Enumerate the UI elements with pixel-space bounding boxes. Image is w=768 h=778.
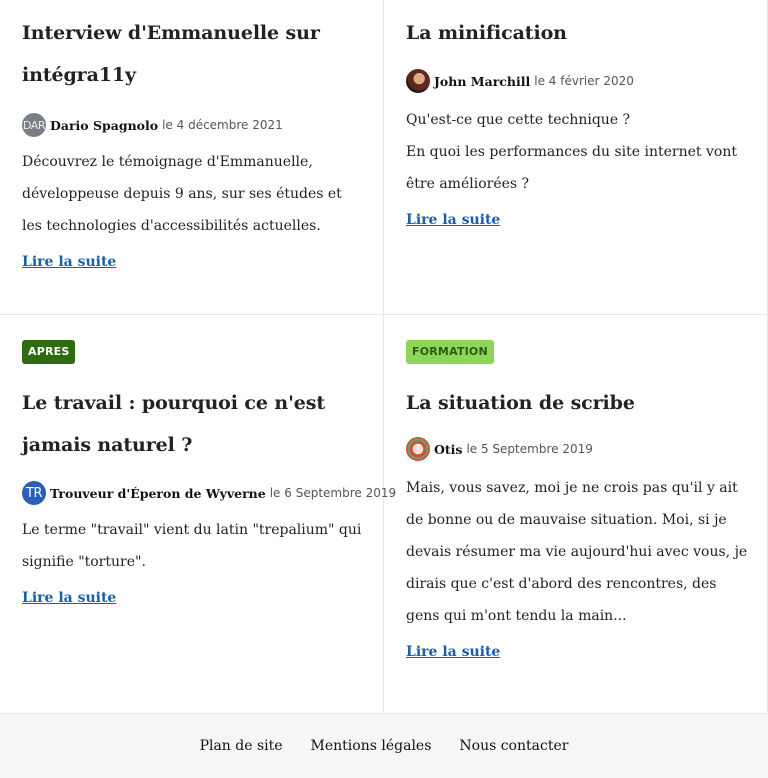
articles-grid: Interview d'Emmanuelle sur intégra11y DA… — [0, 0, 768, 713]
article-card: Interview d'Emmanuelle sur intégra11y DA… — [0, 0, 384, 315]
read-more-link[interactable]: Lire la suite — [406, 642, 500, 662]
article-meta: John Marchill le 4 février 2020 — [406, 68, 749, 94]
article-meta: DAR Dario Spagnolo le 4 décembre 2021 — [22, 112, 365, 138]
excerpt-line: Qu'est-ce que cette technique ? — [406, 112, 631, 128]
article-meta: TR Trouveur d'Éperon de Wyverne le 6 Sep… — [22, 480, 396, 506]
author-avatar: DAR — [22, 113, 46, 137]
article-card: APRES Le travail : pourquoi ce n'est jam… — [0, 315, 396, 713]
article-excerpt: Le terme "travail" vient du latin "trepa… — [22, 522, 362, 570]
author-name: Otis — [434, 441, 463, 457]
article-title[interactable]: La minification — [406, 12, 749, 54]
publish-date: le 6 Septembre 2019 — [269, 486, 397, 500]
avatar-initials: DAR — [23, 118, 45, 132]
author-avatar: TR — [22, 481, 46, 505]
author-avatar — [406, 437, 430, 461]
category-badge[interactable]: APRES — [22, 340, 76, 364]
article-excerpt: Qu'est-ce que cette technique ? En quoi … — [406, 104, 749, 200]
footer-link-sitemap[interactable]: Plan de site — [200, 738, 283, 754]
article-meta: Otis le 5 Septembre 2019 — [406, 436, 749, 462]
read-more-link[interactable]: Lire la suite — [22, 588, 116, 608]
article-title[interactable]: Interview d'Emmanuelle sur intégra11y — [22, 12, 365, 96]
avatar-initials: TR — [26, 485, 42, 501]
author-avatar — [406, 69, 430, 93]
author-name: Dario Spagnolo — [50, 117, 159, 133]
read-more-link[interactable]: Lire la suite — [406, 210, 500, 230]
article-card: FORMATION La situation de scribe Otis le… — [384, 315, 768, 713]
footer-link-legal[interactable]: Mentions légales — [311, 738, 432, 754]
article-title[interactable]: Le travail : pourquoi ce n'est jamais na… — [22, 382, 365, 466]
article-card: La minification John Marchill le 4 févri… — [384, 0, 768, 315]
publish-date: le 4 décembre 2021 — [162, 118, 283, 132]
article-excerpt: Découvrez le témoignage d'Emmanuelle, dé… — [22, 154, 342, 234]
author-name: John Marchill — [434, 73, 531, 89]
category-badge[interactable]: FORMATION — [406, 340, 494, 364]
footer-link-contact[interactable]: Nous contacter — [459, 738, 568, 754]
excerpt-line: En quoi les performances du site interne… — [406, 144, 737, 192]
publish-date: le 5 Septembre 2019 — [466, 442, 593, 456]
site-footer: Plan de site Mentions légales Nous conta… — [0, 713, 768, 778]
article-title[interactable]: La situation de scribe — [406, 382, 749, 424]
publish-date: le 4 février 2020 — [534, 74, 634, 88]
author-name: Trouveur d'Éperon de Wyverne — [50, 485, 266, 501]
read-more-link[interactable]: Lire la suite — [22, 252, 116, 272]
article-excerpt: Mais, vous savez, moi je ne crois pas qu… — [406, 480, 748, 624]
